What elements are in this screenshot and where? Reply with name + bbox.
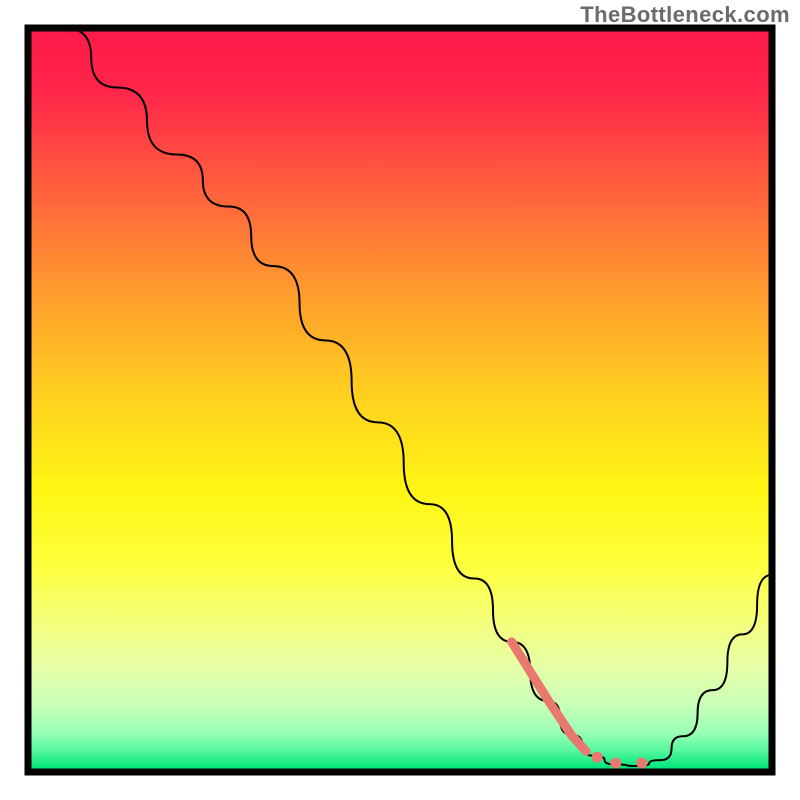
gradient-panel — [32, 32, 769, 769]
chart-frame: TheBottleneck.com — [0, 0, 800, 800]
bottleneck-chart — [0, 0, 800, 800]
watermark-label: TheBottleneck.com — [580, 2, 790, 28]
highlight-dot — [610, 758, 621, 769]
highlight-dot — [636, 758, 647, 769]
highlight-dot — [592, 752, 603, 763]
